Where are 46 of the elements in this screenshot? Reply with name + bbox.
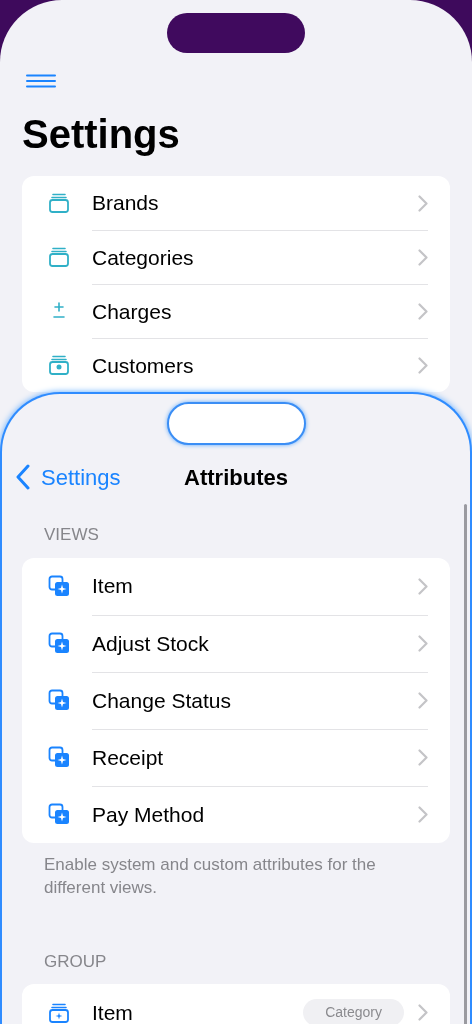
list-row[interactable]: Brands [22, 176, 450, 230]
list-row[interactable]: Adjust Stock [22, 614, 450, 672]
stack-icon [48, 192, 70, 214]
section-header: VIEWS [44, 524, 99, 546]
chevron-right-icon [418, 635, 428, 652]
chevron-right-icon [418, 577, 428, 595]
stack-icon [48, 246, 70, 268]
list-row[interactable]: Item [22, 557, 450, 615]
list-row[interactable]: Pay Method [22, 785, 450, 843]
row-label: Pay Method [92, 801, 206, 828]
section-header: GROUP [44, 950, 107, 973]
person-card-icon [48, 354, 70, 376]
tag: Category [303, 999, 404, 1024]
list-row[interactable]: Receipt [22, 728, 450, 786]
menu-icon[interactable] [26, 74, 56, 88]
list-row[interactable]: Categories [22, 230, 450, 284]
chevron-right-icon [418, 194, 428, 212]
row-label: Brands [92, 190, 160, 217]
row-label: Receipt [92, 744, 165, 771]
chevron-right-icon [418, 806, 428, 823]
row-label: Item [92, 999, 134, 1024]
chevron-right-icon [418, 357, 428, 374]
nav-title: Attributes [184, 463, 288, 492]
sparkle-squares-icon [48, 575, 70, 597]
row-label: Adjust Stock [92, 630, 210, 657]
sparkle-stack-icon [48, 1001, 70, 1024]
section-footer: Enable system and custom attributes for the different views. [44, 852, 428, 899]
sparkle-squares-icon [48, 632, 70, 654]
chevron-right-icon [418, 249, 428, 266]
chevron-right-icon [418, 303, 428, 320]
row-label: Charges [92, 298, 173, 325]
chevron-right-icon [418, 1004, 428, 1021]
page-title: Settings [22, 111, 180, 158]
list-row[interactable]: Charges [22, 284, 450, 338]
sparkle-squares-icon [48, 689, 70, 711]
row-label: Change Status [92, 687, 232, 714]
sparkle-squares-icon [48, 746, 70, 768]
sparkle-squares-icon [48, 803, 70, 825]
chevron-left-icon [15, 464, 31, 490]
list-row[interactable]: Item Category [22, 984, 450, 1024]
chevron-right-icon [418, 749, 428, 766]
chevron-right-icon [418, 692, 428, 709]
row-label: Item [92, 573, 134, 600]
row-label: Categories [92, 244, 195, 271]
row-label: Customers [92, 352, 195, 379]
list-row[interactable]: Change Status [22, 671, 450, 729]
